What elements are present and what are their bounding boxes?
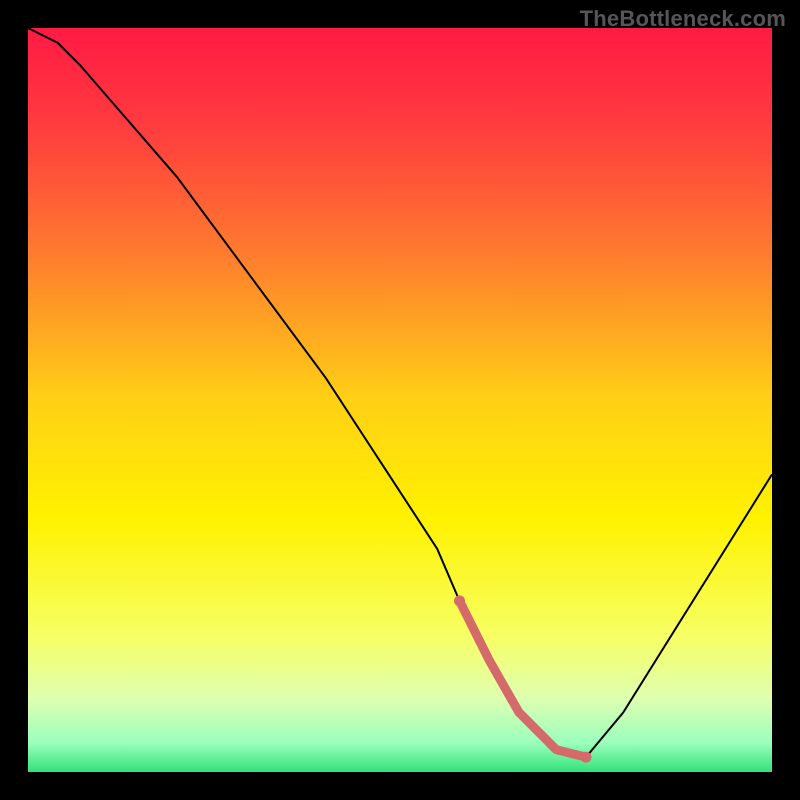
chart-svg — [28, 28, 772, 772]
series-optimal-zone-highlight-endpoint — [454, 595, 465, 606]
chart-plot-area — [28, 28, 772, 772]
gradient-background — [28, 28, 772, 772]
chart-container: TheBottleneck.com — [0, 0, 800, 800]
watermark-text: TheBottleneck.com — [580, 6, 786, 32]
series-optimal-zone-highlight-endpoint — [581, 752, 592, 763]
